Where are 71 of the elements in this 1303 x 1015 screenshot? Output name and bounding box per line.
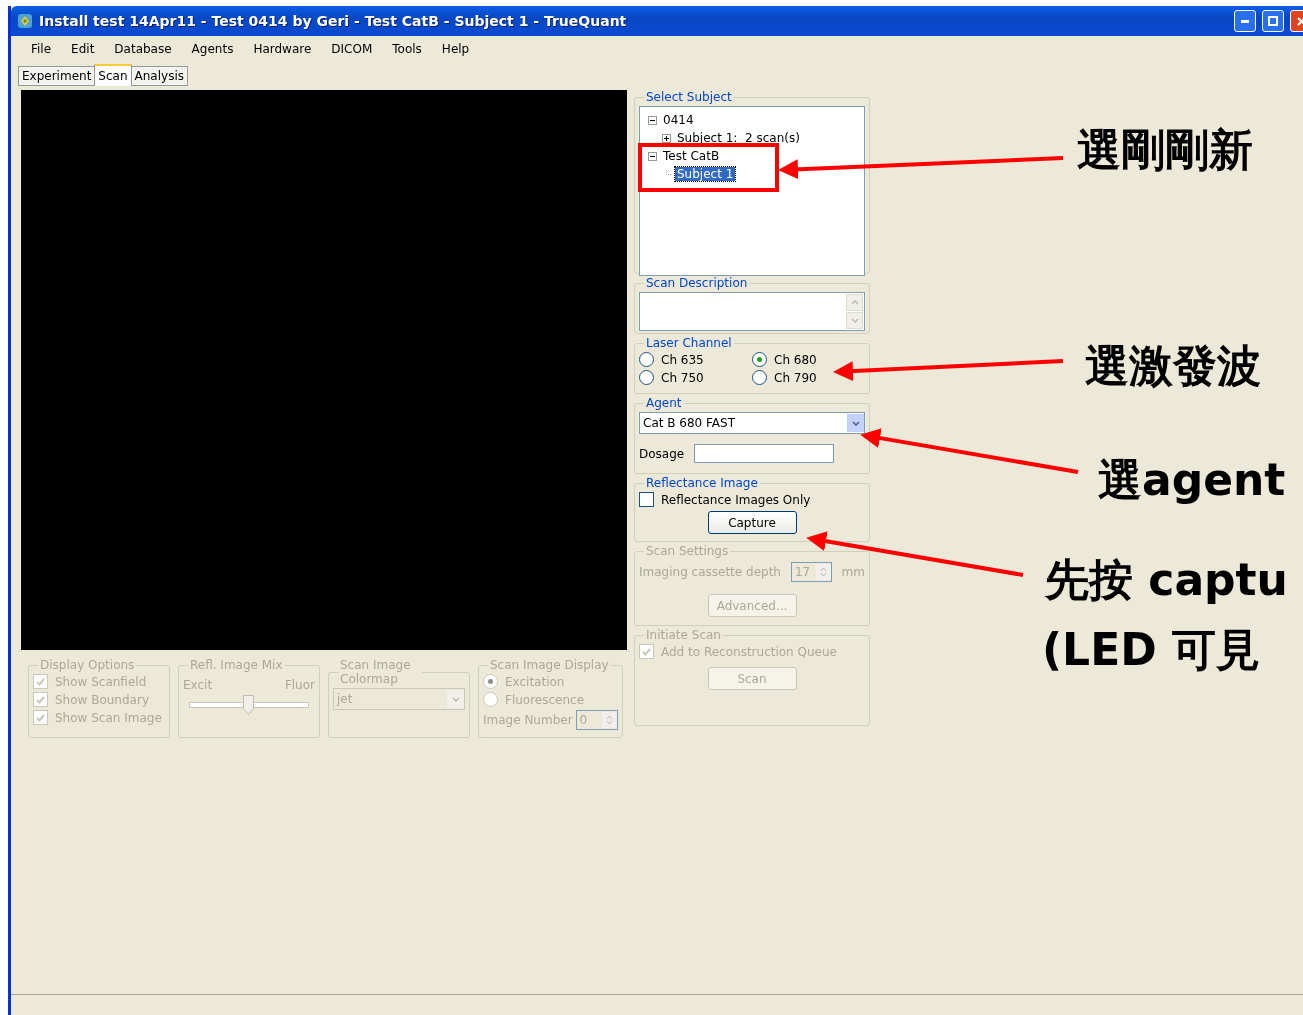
maximize-icon <box>1268 16 1278 26</box>
annotation-text: 選剛剛新 <box>1077 128 1253 172</box>
tree-item[interactable]: Subject 1: 2 scan(s) <box>675 131 802 145</box>
radio-label: Fluorescence <box>505 692 585 707</box>
group-title: Reflectance Image <box>645 476 759 490</box>
checkbox-label: Show Scanfield <box>55 674 147 689</box>
description-field[interactable] <box>639 292 865 331</box>
tree-item[interactable]: 0414 <box>661 113 696 127</box>
radio-label: Ch 750 <box>661 370 704 385</box>
close-icon <box>1296 16 1303 26</box>
annotation-text: 選激發波 <box>1085 344 1261 388</box>
group-title: Scan Description <box>645 276 749 290</box>
group-title: Agent <box>645 396 683 410</box>
app-icon <box>17 13 33 29</box>
spin-arrows-icon <box>606 714 613 726</box>
slider-label: Excit <box>183 678 213 692</box>
annotation-text: 先按 captu <box>1045 558 1288 602</box>
unit-label: mm <box>841 565 865 579</box>
menu-item[interactable]: Agents <box>181 42 244 56</box>
collapse-icon[interactable] <box>648 115 657 125</box>
menu-item[interactable]: Help <box>431 42 480 56</box>
radio-button[interactable] <box>639 370 654 385</box>
tab[interactable]: Scan <box>94 64 132 86</box>
field-label: Dosage <box>639 446 685 461</box>
menu-item[interactable]: DICOM <box>321 42 383 56</box>
annotation-text: 選agent <box>1098 458 1286 502</box>
tree-item[interactable]: Subject 1 <box>675 167 736 181</box>
menu-item[interactable]: Edit <box>61 42 105 56</box>
slider-label: Fluor <box>284 678 315 692</box>
group-title: Scan Image Display <box>489 658 610 672</box>
menu-item[interactable]: Tools <box>382 42 432 56</box>
group-title: Scan Image Colormap <box>339 658 412 686</box>
radio-label: Excitation <box>505 674 565 689</box>
field-label: Image Number <box>483 713 573 727</box>
group-title: Scan Settings <box>645 544 730 558</box>
tab[interactable]: Experiment <box>18 66 96 86</box>
checkbox-label: Show Boundary <box>55 692 149 707</box>
group-title: Refl. Image Mix <box>189 658 284 672</box>
expand-icon[interactable] <box>662 133 671 143</box>
group-title: Initiate Scan <box>645 628 722 642</box>
radio-label: Ch 635 <box>661 352 704 367</box>
radio-label: Ch 680 <box>774 352 817 367</box>
agent-dropdown[interactable]: Cat B 680 FAST <box>639 412 865 434</box>
maximize-button[interactable] <box>1262 10 1284 32</box>
group-title: Select Subject <box>645 90 733 104</box>
radio-button[interactable] <box>752 370 767 385</box>
checkbox-label: Add to Reconstruction Queue <box>661 644 837 659</box>
tab[interactable]: Analysis <box>130 66 188 86</box>
minimize-button[interactable] <box>1234 10 1256 32</box>
checkbox-label: Show Scan Image <box>55 710 162 725</box>
radio-label: Ch 790 <box>774 370 817 385</box>
menu-item[interactable]: Hardware <box>243 42 322 56</box>
collapse-icon[interactable] <box>648 151 657 161</box>
checkbox[interactable] <box>639 492 654 507</box>
annotation-text: (LED 可見 <box>1042 628 1261 672</box>
checkbox-label: Reflectance Images Only <box>661 492 811 507</box>
group-title: Display Options <box>39 658 136 672</box>
menu-item[interactable]: Database <box>104 42 182 56</box>
radio-button[interactable] <box>639 352 654 367</box>
spin-arrows-icon <box>819 566 827 578</box>
depth-spinner: 17 <box>790 562 832 582</box>
group-title: Laser Channel <box>645 336 733 350</box>
menu-item[interactable]: File <box>21 42 62 56</box>
field-label: Imaging cassette depth <box>639 565 781 579</box>
radio-button[interactable] <box>752 352 767 367</box>
window-title: Install test 14Apr11 - Test 0414 by Geri - Test CatB - Subject 1 - TrueQuant <box>39 13 628 29</box>
dosage-field[interactable] <box>694 444 835 463</box>
slider-thumb[interactable] <box>243 695 254 715</box>
capture-button[interactable]: Capture <box>707 511 797 534</box>
minimize-icon <box>1241 19 1249 23</box>
tree-item[interactable]: Test CatB <box>661 149 722 163</box>
